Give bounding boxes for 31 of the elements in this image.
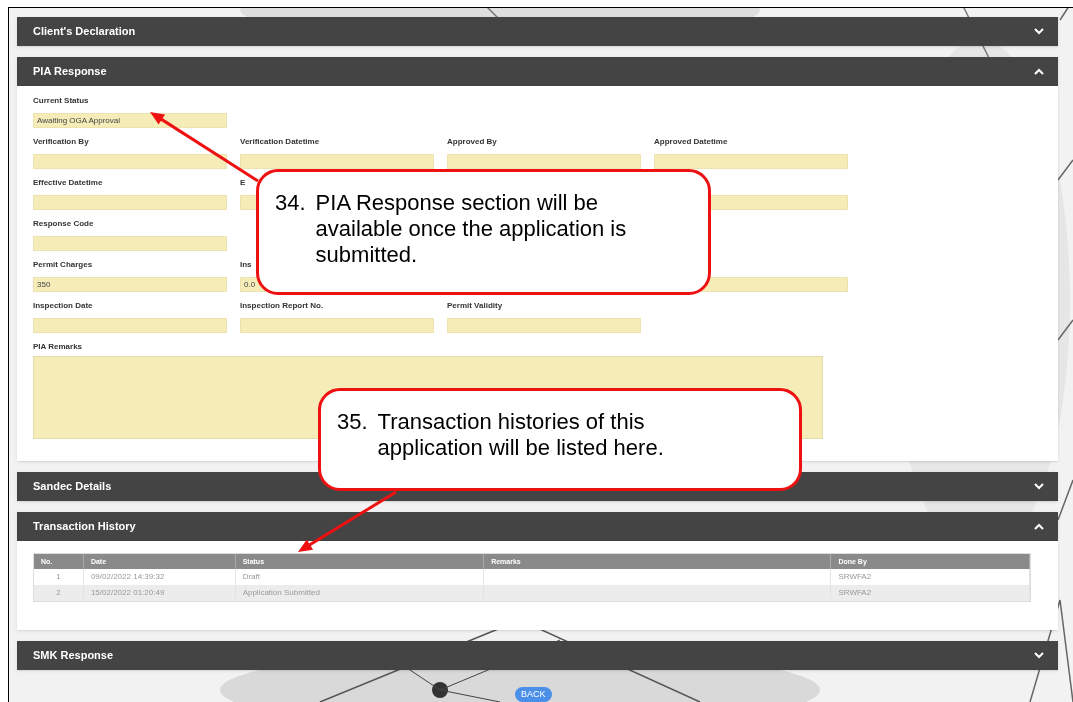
field-label: PIA Remarks [33,341,84,353]
callout-text: Transaction histories of this application will be listed here. [377,409,665,462]
field-label: Verification Datetime [240,137,320,146]
field-label: Inspection Report No. [240,301,324,310]
section-title: Transaction History [33,519,136,535]
table-cell: SRWFA2 [838,588,872,597]
table-cell: 15/02/2022 01:20:49 [90,588,165,597]
field-label: Verification By [33,137,89,146]
table-cell: Application Submitted [242,588,320,597]
callout-number: 35. [337,409,368,436]
field-label: E [240,178,246,187]
table-cell: Draft [242,572,260,581]
table-cell: 2 [56,588,61,597]
field-label: Ins [240,260,252,269]
field-label: Permit Validity [447,301,503,310]
field-label: Approved By [447,137,497,146]
field-label: Inspection Date [33,301,93,310]
field-label: Approved Datetime [654,137,728,146]
section-title: Client's Declaration [33,24,136,40]
field-label: Current Status [33,96,89,105]
section-title: Sandec Details [33,479,112,495]
section-title: SMK Response [33,648,114,664]
table-cell: 1 [56,572,61,581]
field-label: Response Code [33,219,94,228]
callout-text: PIA Response section will be available once the application is submitted. [315,190,628,269]
table-cell: 09/02/2022 14:39:32 [90,572,165,581]
section-title: PIA Response [33,64,107,80]
field-label: Effective Datetime [33,178,103,187]
callout-number: 34. [275,190,306,217]
field-label: Permit Charges [33,260,93,269]
table-cell: SRWFA2 [838,572,872,581]
